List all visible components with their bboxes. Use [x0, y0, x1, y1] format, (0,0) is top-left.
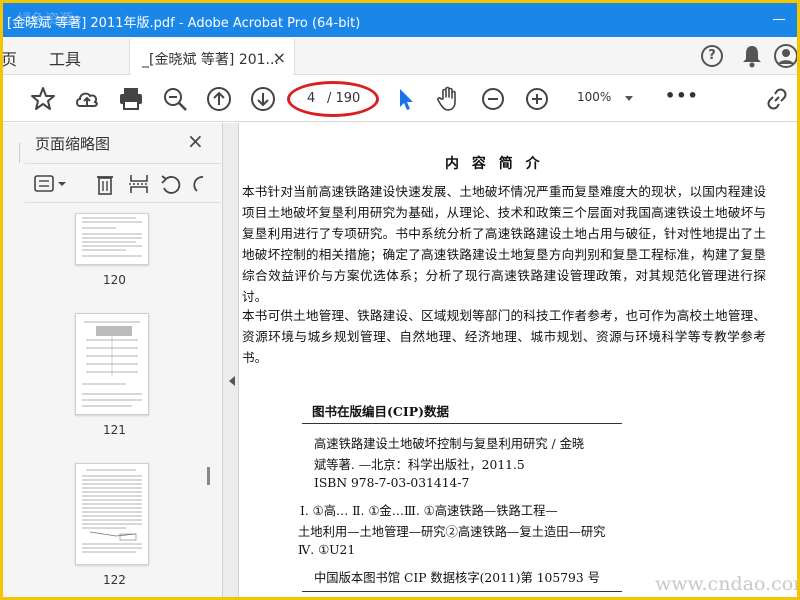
document-tab-label: _[金晓斌 等著] 201...: [142, 52, 279, 68]
minimize-button[interactable]: [769, 11, 789, 27]
summary-paragraph: 本书可供土地管理、铁路建设、区域规划等部门的科技工作者参考，也可作为高校土地管理…: [242, 308, 766, 365]
thumbnail-options-icon[interactable]: [33, 173, 69, 195]
delete-page-icon[interactable]: [93, 173, 117, 195]
hand-tool-icon[interactable]: [435, 85, 463, 113]
zoom-search-icon[interactable]: [161, 85, 189, 113]
app-frame: 绿色资源 [金晓斌 等著] 2011年版.pdf - Adobe Acrobat…: [0, 0, 800, 600]
bookmark-star-icon[interactable]: [29, 85, 57, 113]
page-thumbnail-120[interactable]: [75, 213, 149, 265]
summary-paragraph: 本书针对当前高速铁路建设快速发展、土地破坏情况严重而复垦难度大的现状，以国内程建…: [242, 184, 766, 304]
cip-divider: [302, 591, 622, 592]
page-thumbnails-panel: 页面缩略图 × 120 121 122: [3, 123, 223, 597]
close-tab-icon[interactable]: ×: [273, 48, 286, 67]
main-toolbar: 4 / 190 100% •••: [3, 76, 797, 122]
page-thumbnail-121[interactable]: [75, 313, 149, 415]
cip-divider: [302, 423, 622, 424]
cip-line: ISBN 978-7-03-031414-7: [314, 476, 470, 490]
page-thumbnail-122[interactable]: [75, 463, 149, 565]
panel-tab-notch: [10, 143, 20, 163]
menu-tools[interactable]: 工具: [49, 46, 81, 70]
cip-line: Ⅰ. ①高… Ⅱ. ①金…Ⅲ. ①高速铁路—铁路工程—: [300, 504, 558, 518]
bell-icon[interactable]: [741, 44, 763, 68]
next-page-icon[interactable]: [249, 85, 277, 113]
thumbnail-toolbar: [25, 163, 221, 203]
window-title: [金晓斌 等著] 2011年版.pdf - Adobe Acrobat Pro …: [7, 16, 361, 31]
cip-line: 中国版本图书馆 CIP 数据核字(2011)第 105793 号: [314, 571, 600, 585]
collapse-panel-icon[interactable]: [229, 376, 235, 386]
red-annotation-oval: [287, 81, 379, 117]
title-bar: 绿色资源 [金晓斌 等著] 2011年版.pdf - Adobe Acrobat…: [3, 3, 797, 37]
site-watermark: www.cndao.com: [655, 573, 800, 595]
zoom-level-dropdown[interactable]: 100%: [577, 90, 611, 104]
menu-home[interactable]: 页: [3, 46, 17, 70]
rotate-counterclockwise-icon[interactable]: [159, 173, 183, 195]
link-share-icon[interactable]: [763, 85, 791, 113]
cloud-upload-icon[interactable]: [73, 85, 101, 113]
panel-divider[interactable]: [223, 123, 239, 597]
zoom-out-icon[interactable]: [479, 85, 507, 113]
document-view[interactable]: 内 容 简 介 本书针对当前高速铁路建设快速发展、土地破坏情况严重而复垦难度大的…: [240, 123, 797, 597]
thumbnail-page-number: 122: [103, 573, 126, 587]
help-icon[interactable]: ?: [701, 45, 723, 67]
cip-line: Ⅳ. ①U21: [298, 543, 356, 557]
cip-line: 斌等著. —北京：科学出版社，2011.5: [314, 458, 525, 472]
cip-line: 高速铁路建设土地破坏控制与复垦利用研究 / 金晓: [314, 437, 585, 451]
document-tab[interactable]: _[金晓斌 等著] 201... ×: [129, 39, 295, 75]
cip-title: 图书在版编目(CIP)数据: [312, 404, 450, 419]
thumbnail-scrollbar[interactable]: [207, 467, 210, 485]
thumbnail-page-number: 121: [103, 423, 126, 437]
menu-bar: 页 工具 _[金晓斌 等著] 201... × ?: [3, 37, 797, 75]
zoom-in-icon[interactable]: [523, 85, 551, 113]
user-icon[interactable]: [773, 43, 799, 69]
chevron-down-icon[interactable]: [625, 96, 633, 101]
more-tools-icon[interactable]: •••: [665, 86, 699, 105]
cip-line: 土地利用—土地管理—研究②高速铁路—复土造田—研究: [298, 525, 606, 539]
close-panel-icon[interactable]: ×: [187, 129, 204, 153]
select-cursor-icon[interactable]: [391, 85, 419, 113]
rotate-clockwise-icon[interactable]: [191, 173, 205, 195]
panel-title: 页面缩略图: [35, 135, 111, 153]
thumbnail-page-number: 120: [103, 273, 126, 287]
extract-page-icon[interactable]: [127, 173, 151, 195]
previous-page-icon[interactable]: [205, 85, 233, 113]
print-icon[interactable]: [117, 85, 145, 113]
page-heading: 内 容 简 介: [445, 156, 544, 172]
